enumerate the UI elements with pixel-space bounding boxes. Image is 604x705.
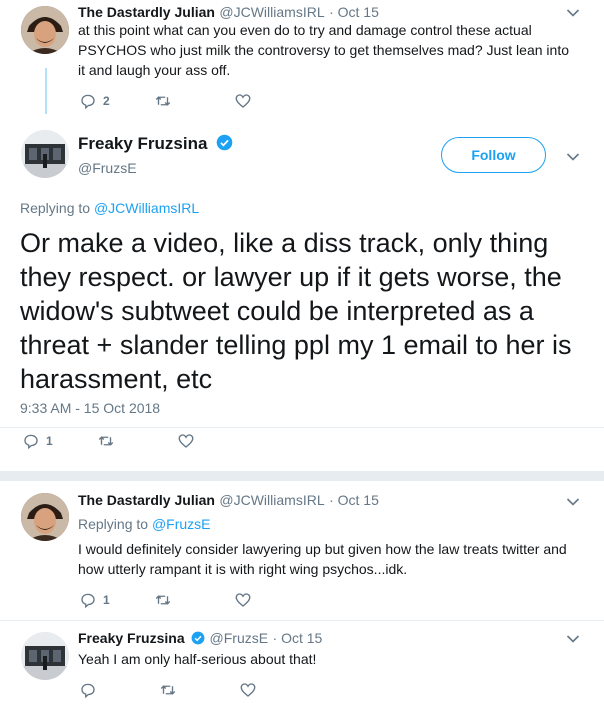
reply-icon [24, 434, 38, 450]
thread-line [45, 68, 47, 114]
divider [0, 427, 604, 428]
fruzsina-profile-image [21, 130, 69, 178]
reply-count: 2 [103, 94, 110, 108]
reply1-text: I would definitely consider lawyering up… [78, 541, 567, 577]
tweet-date[interactable]: · Oct 15 [329, 492, 379, 508]
tweet-timestamp[interactable]: 9:33 AM - 15 Oct 2018 [20, 400, 160, 416]
replying-to-handle[interactable]: @JCWilliamsIRL [94, 200, 199, 216]
follow-button[interactable]: Follow [441, 137, 546, 173]
julian-portrait-image [21, 6, 69, 54]
verified-badge-icon [191, 631, 205, 650]
reply2-header: Freaky Fruzsina @FruzsE · Oct 15 [78, 630, 322, 650]
verified-badge-icon [216, 134, 233, 156]
main-author: Freaky Fruzsina [78, 134, 233, 156]
reply-button[interactable]: 1 [22, 432, 53, 450]
reply-icon [81, 94, 95, 110]
section-separator [0, 471, 604, 481]
reply-button[interactable] [79, 681, 97, 699]
author-name[interactable]: Freaky Fruzsina [78, 134, 207, 153]
reply-button[interactable]: 2 [79, 92, 110, 110]
tweet1-actions: 2 [79, 92, 282, 110]
retweet-icon [98, 436, 113, 446]
replying-to-prefix: Replying to [78, 516, 149, 532]
reply1-header: The Dastardly Julian @JCWilliamsIRL · Oc… [78, 492, 379, 510]
author-name[interactable]: The Dastardly Julian [78, 492, 215, 508]
more-options-chevron-down-icon[interactable] [566, 8, 580, 18]
main-actions: 1 [22, 432, 225, 450]
replying-to-prefix: Replying to [20, 200, 91, 216]
reply-count: 1 [46, 434, 53, 448]
reply-icon [81, 683, 95, 699]
retweet-button[interactable] [97, 432, 115, 450]
author-name[interactable]: Freaky Fruzsina [78, 630, 185, 646]
retweet-button[interactable] [159, 681, 177, 699]
replying-to: Replying to @FruzsE [78, 516, 211, 532]
replying-to: Replying to @JCWilliamsIRL [20, 200, 199, 216]
reply-icon [81, 593, 95, 609]
fruzsina-profile-image [21, 632, 69, 680]
retweet-icon [155, 96, 170, 106]
like-button[interactable] [239, 681, 257, 699]
tweet-date[interactable]: · Oct 15 [329, 4, 379, 20]
julian-portrait-image [21, 493, 69, 541]
retweet-icon [155, 595, 170, 605]
author-handle[interactable]: @FruzsE [78, 160, 137, 176]
like-button[interactable] [234, 591, 252, 609]
main-tweet-text: Or make a video, like a diss track, only… [20, 228, 572, 394]
like-button[interactable] [234, 92, 252, 110]
author-handle[interactable]: @JCWilliamsIRL [219, 4, 324, 20]
reply1-actions: 1 [79, 591, 282, 609]
reply2-actions [79, 681, 287, 699]
heart-icon [178, 434, 194, 448]
avatar-fruzsina[interactable] [21, 632, 69, 680]
more-options-chevron-down-icon[interactable] [566, 152, 580, 162]
retweet-button[interactable] [154, 591, 172, 609]
more-options-chevron-down-icon[interactable] [566, 497, 580, 507]
divider [0, 620, 604, 621]
tweet1-text: at this point what can you even do to tr… [78, 22, 569, 78]
heart-icon [240, 683, 256, 697]
retweet-button[interactable] [154, 92, 172, 110]
author-handle[interactable]: @FruzsE [210, 630, 269, 646]
avatar-julian[interactable] [21, 493, 69, 541]
like-button[interactable] [177, 432, 195, 450]
replying-to-handle[interactable]: @FruzsE [152, 516, 211, 532]
heart-icon [235, 593, 251, 607]
author-name[interactable]: The Dastardly Julian [78, 4, 215, 20]
avatar-julian[interactable] [21, 6, 69, 54]
reply-count: 1 [103, 593, 110, 607]
reply-button[interactable]: 1 [79, 591, 110, 609]
avatar-fruzsina[interactable] [21, 130, 69, 178]
retweet-icon [160, 685, 176, 695]
tweet-date[interactable]: · Oct 15 [273, 630, 323, 646]
heart-icon [235, 94, 251, 108]
reply2-text: Yeah I am only half-serious about that! [78, 651, 317, 667]
author-handle[interactable]: @JCWilliamsIRL [219, 492, 324, 508]
more-options-chevron-down-icon[interactable] [566, 634, 580, 644]
